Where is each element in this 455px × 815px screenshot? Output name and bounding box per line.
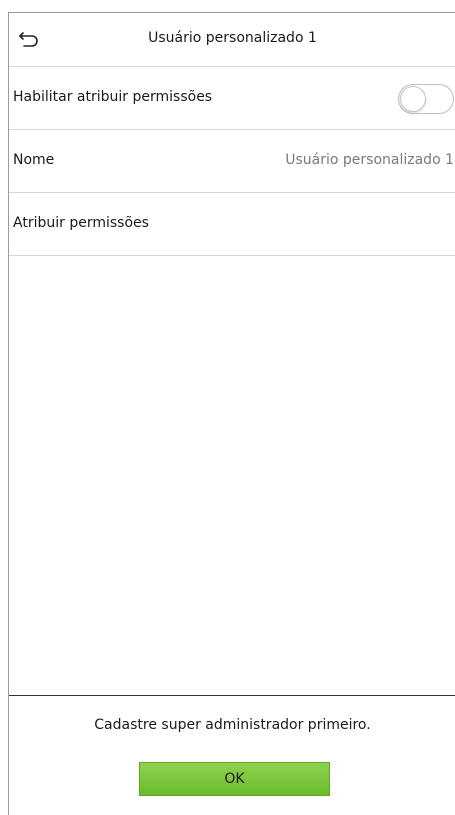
assign-permissions-row[interactable]: Atribuir permissões [9, 193, 455, 256]
enable-assign-permissions-label: Habilitar atribuir permissões [13, 89, 213, 105]
page-title: Usuário personalizado 1 [148, 30, 317, 46]
enable-assign-permissions-toggle[interactable] [398, 84, 454, 114]
name-row[interactable]: Nome Usuário personalizado 1 [9, 130, 455, 193]
name-label: Nome [13, 152, 55, 168]
dialog-message: Cadastre super administrador primeiro. [94, 717, 371, 733]
screen-frame: Usuário personalizado 1 Habilitar atribu… [8, 12, 455, 815]
message-dialog: Cadastre super administrador primeiro. O… [9, 695, 455, 815]
ok-button[interactable]: OK [139, 762, 330, 796]
toggle-knob [400, 86, 426, 112]
name-value: Usuário personalizado 1 [285, 152, 454, 168]
header-bar: Usuário personalizado 1 [9, 13, 455, 67]
assign-permissions-label: Atribuir permissões [13, 215, 149, 231]
enable-assign-permissions-row[interactable]: Habilitar atribuir permissões [9, 67, 455, 130]
